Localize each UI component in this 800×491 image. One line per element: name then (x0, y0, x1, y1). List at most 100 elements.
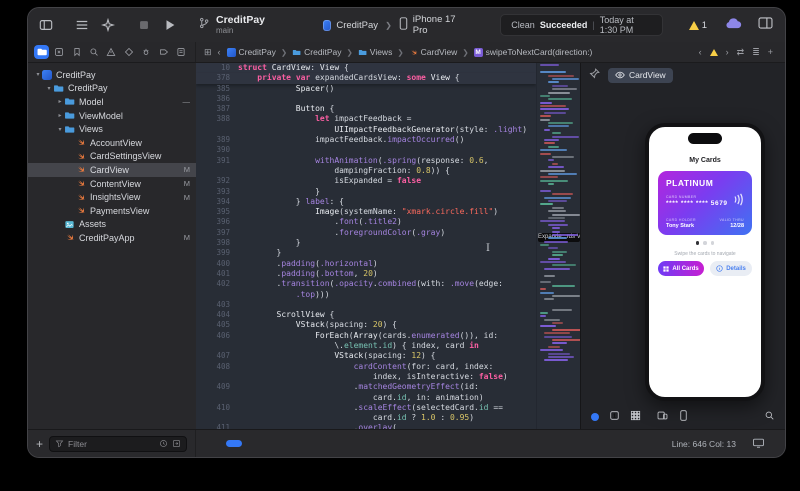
folder-icon (292, 48, 301, 57)
disclosure-icon[interactable]: ▾ (45, 85, 53, 92)
file-row-accountview[interactable]: AccountView (28, 136, 196, 150)
minimap-line (540, 179, 568, 182)
minimap-line (540, 176, 559, 179)
project-branch[interactable]: CreditPay main (198, 15, 265, 35)
second-row: ⊞ ‹ CreditPay ❯ CreditPay ❯ Views ❯ CardView ❯ M… (28, 42, 785, 63)
minimap-line (552, 284, 576, 287)
compose-sparkle-icon[interactable] (100, 17, 116, 33)
card-footer: CARD HOLDER Tony Stark VALID THRU 12/28 (666, 218, 744, 229)
prev-issue-icon[interactable]: ‹ (699, 47, 702, 57)
info-icon (716, 265, 723, 272)
filter-bar: + Filter (28, 430, 196, 457)
next-issue-icon[interactable]: › (726, 47, 729, 57)
minimap[interactable]: Expande...rds View (536, 63, 581, 430)
code-editor[interactable]: I 10 struct CardView: View {378 private v… (196, 63, 536, 430)
scheme-selector[interactable]: CreditPay ❯ iPhone 17 Pro (323, 14, 458, 36)
line-number: 389 (216, 135, 230, 145)
navigator-issues-icon[interactable] (104, 45, 119, 59)
minimap-toggle-icon[interactable]: ≣ (752, 47, 760, 58)
breadcrumb-item[interactable]: CardView (409, 47, 457, 57)
file-row-viewmodel[interactable]: ▸ ViewModel (28, 109, 196, 123)
folder-icon (358, 48, 367, 57)
file-row-views[interactable]: ▾ Views (28, 122, 196, 136)
add-file-button[interactable]: + (36, 438, 43, 450)
canvas-toolbar (581, 408, 785, 426)
navigator-bookmarks-icon[interactable] (69, 45, 84, 59)
navigator-breakpoints-icon[interactable] (156, 45, 171, 59)
code-line: 392 isExpanded = false (196, 176, 536, 186)
file-row-model[interactable]: ▸ Model — (28, 95, 196, 109)
navigator-debug-icon[interactable] (139, 45, 154, 59)
line-number (196, 290, 238, 300)
canvas-header: CardView (581, 63, 785, 87)
iphone-preview[interactable]: My Cards PLATINUM CARD NUMBER **** **** … (645, 123, 765, 401)
disclosure-icon[interactable]: ▸ (56, 112, 64, 119)
cloud-icon[interactable] (725, 16, 742, 34)
line-number: 408 (216, 361, 230, 371)
line-number: 406 (216, 330, 230, 340)
activity-status[interactable]: Clean Succeeded | Today at 1:30 PM (500, 14, 663, 36)
swap-icon[interactable]: ⇄ (737, 47, 745, 58)
file-row-creditpay[interactable]: ▾ CreditPay (28, 68, 196, 82)
file-row-cardsettingsview[interactable]: CardSettingsView (28, 150, 196, 164)
minimap-line (540, 149, 568, 152)
disclosure-icon[interactable]: ▸ (56, 98, 64, 105)
breadcrumb-item[interactable]: MswipeToNextCard(direction:) (473, 47, 592, 57)
navigator-find-icon[interactable] (86, 45, 101, 59)
minimap-line (548, 166, 565, 169)
file-row-paymentsview[interactable]: PaymentsView (28, 204, 196, 218)
display-icon[interactable] (744, 435, 775, 453)
details-button[interactable]: Details (710, 261, 752, 276)
minimap-line (548, 355, 574, 358)
line-number: 387 (216, 104, 230, 114)
line-number: 407 (216, 351, 230, 361)
minimap-line (540, 108, 569, 111)
preview-canvas[interactable]: CardView My Cards PLATINUM CARD NUMBER *… (580, 63, 785, 430)
warning-badge[interactable]: 1 (688, 20, 707, 31)
filter-field[interactable]: Filter (49, 435, 187, 452)
line-number (196, 166, 238, 176)
related-items-icon[interactable]: ⊞ (204, 47, 212, 58)
selectable-mode-icon[interactable] (609, 408, 620, 426)
file-row-assets[interactable]: Assets (28, 218, 196, 232)
zoom-icon[interactable] (764, 408, 775, 426)
list-icon[interactable] (74, 17, 90, 33)
app-title: My Cards (689, 157, 721, 164)
device-icon[interactable] (678, 408, 689, 426)
all-cards-button[interactable]: All Cards (658, 261, 705, 276)
credit-card[interactable]: PLATINUM CARD NUMBER **** **** **** 5679… (658, 171, 752, 235)
recents-icon[interactable] (159, 439, 168, 448)
navigator-tests-icon[interactable] (121, 45, 136, 59)
add-editor-icon[interactable]: + (768, 47, 773, 57)
jumpbar-right: ‹ › ⇄ ≣ + (699, 47, 773, 58)
breadcrumb-item[interactable]: CreditPay (226, 47, 276, 57)
swift-file-icon (409, 48, 418, 57)
stop-icon[interactable] (136, 17, 152, 33)
scm-filter-icon[interactable] (172, 439, 181, 448)
variants-grid-icon[interactable] (630, 408, 641, 426)
back-icon[interactable]: ‹ (218, 47, 221, 57)
pin-icon[interactable] (589, 66, 600, 84)
disclosure-icon[interactable]: ▾ (56, 126, 64, 133)
breadcrumb-item[interactable]: CreditPay (292, 47, 342, 57)
minimap-line (537, 271, 579, 273)
editor-layout-icon[interactable] (758, 16, 773, 34)
device-settings-icon[interactable] (657, 408, 668, 426)
minimap-line (544, 111, 567, 114)
navigator-errors-icon[interactable] (51, 45, 66, 59)
file-row-creditpay[interactable]: ▾ CreditPay (28, 82, 196, 96)
card-valid-label: VALID THRU (719, 218, 744, 222)
breadcrumb-item[interactable]: Views (358, 47, 392, 57)
navigator-reports-icon[interactable] (174, 45, 189, 59)
navigator-project-icon[interactable] (34, 45, 50, 59)
live-preview-button[interactable] (591, 413, 599, 421)
run-icon[interactable] (162, 17, 178, 33)
file-row-cardview[interactable]: CardView M (28, 163, 196, 177)
file-row-contentview[interactable]: ContentView M (28, 177, 196, 191)
file-row-creditpayapp[interactable]: CreditPayApp M (28, 231, 196, 245)
file-row-insightsview[interactable]: InsightsView M (28, 190, 196, 204)
sidebar-toggle-icon[interactable] (38, 17, 54, 33)
preview-tab[interactable]: CardView (608, 67, 673, 83)
disclosure-icon[interactable]: ▾ (34, 71, 42, 78)
issue-icon[interactable] (709, 48, 718, 56)
